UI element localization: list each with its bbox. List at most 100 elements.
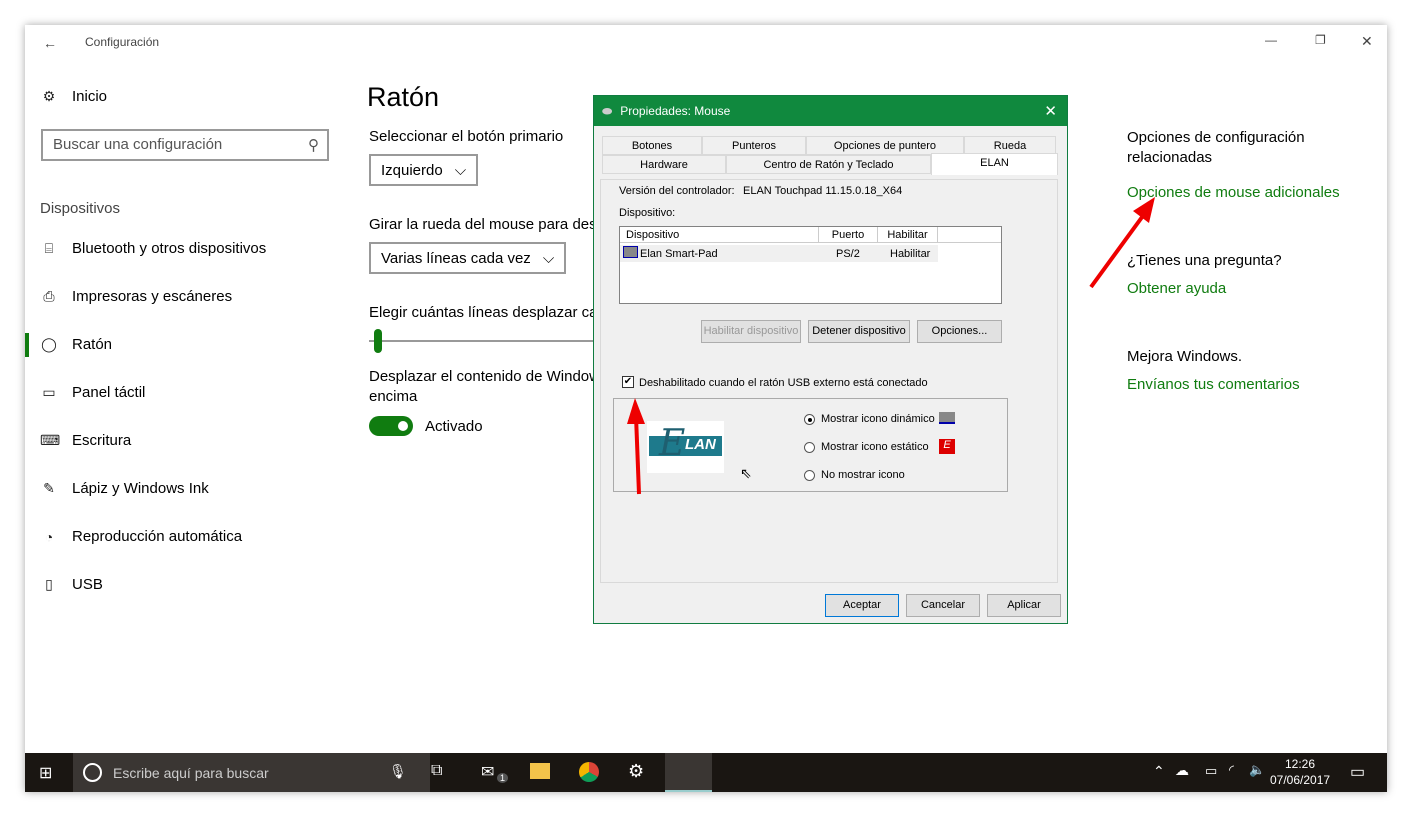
start-button[interactable]: ⊞ — [39, 763, 52, 783]
feedback-link[interactable]: Envíanos tus comentarios — [1127, 376, 1300, 393]
mouse-properties-dialog: ⬬ Propiedades: Mouse ✕ Botones Punteros Opci… — [593, 95, 1068, 624]
elan-logo: LAN E — [647, 421, 724, 473]
version-value: ELAN Touchpad 11.15.0.18_X64 — [743, 185, 903, 197]
escritura-icon: ⌨ — [40, 432, 61, 448]
window-title: Configuración — [85, 35, 160, 49]
touchpad-icon — [623, 246, 638, 258]
sidebar-item-label: Impresoras y escáneres — [72, 288, 233, 305]
sidebar-item-label: Escritura — [72, 432, 132, 449]
task-view-icon[interactable]: ⧉ — [431, 762, 442, 780]
sidebar-item[interactable]: ⎙ Impresoras y escáneres — [40, 288, 232, 305]
panel-icon: ▭ — [42, 384, 56, 400]
red-arrow-annotation — [1089, 197, 1155, 289]
icon-radio-option[interactable]: No mostrar icono — [804, 469, 905, 481]
device-label: Dispositivo: — [619, 207, 676, 219]
toggle-label: Activado — [425, 418, 483, 435]
table-row[interactable]: Elan Smart-Pad PS/2 Habilitar — [620, 245, 938, 262]
mail-badge: 1 — [497, 773, 509, 783]
column-enable[interactable]: Habilitar — [878, 227, 938, 243]
radio-button[interactable] — [804, 441, 815, 453]
scroll-toggle[interactable] — [369, 416, 413, 436]
sidebar-item[interactable]: ✎ Lápiz y Windows Ink — [40, 480, 209, 497]
minimize-button[interactable]: — — [1265, 33, 1277, 47]
primary-button-select[interactable]: Izquierdo ⌵ — [369, 154, 479, 186]
sidebar-item-label: Bluetooth y otros dispositivos — [72, 240, 267, 257]
chevron-down-icon: ⌵ — [542, 249, 555, 267]
primary-label: Seleccionar el botón primario — [369, 128, 564, 145]
icon-group: LAN E ⇖ Mostrar icono dinámico Mostrar ico… — [613, 398, 1008, 492]
chrome-icon[interactable] — [579, 762, 599, 782]
wifi-icon[interactable]: ◜ — [1229, 762, 1234, 778]
microphone-icon[interactable]: 🎙 — [389, 763, 407, 780]
slider-thumb[interactable] — [374, 329, 382, 353]
chevron-down-icon: ⌵ — [454, 161, 467, 179]
device-name: Elan Smart-Pad — [640, 248, 718, 260]
lines-label: Elegir cuántas líneas desplazar cada vez — [369, 304, 594, 321]
sidebar-home[interactable]: ⚙ Inicio — [40, 88, 107, 105]
options-button[interactable]: Opciones... — [917, 320, 1002, 343]
mouse-properties-taskbar-icon[interactable] — [665, 753, 712, 792]
lápiz-icon: ✎ — [43, 480, 55, 496]
sidebar-item-label: USB — [72, 576, 103, 593]
home-label: Inicio — [72, 88, 108, 105]
radio-button[interactable] — [804, 413, 815, 425]
sidebar-item[interactable]: ▭ Panel táctil — [40, 384, 145, 401]
dialog-close-button[interactable]: ✕ — [1044, 102, 1057, 120]
notifications-icon[interactable]: ▭ — [1350, 762, 1365, 782]
active-indicator — [25, 333, 29, 357]
sidebar-item[interactable]: ◯ Ratón — [40, 336, 112, 353]
radio-button[interactable] — [804, 469, 815, 481]
file-explorer-icon[interactable] — [530, 763, 550, 779]
device-port: PS/2 — [836, 248, 860, 260]
settings-taskbar-icon[interactable]: ⚙ — [628, 761, 644, 782]
ok-button[interactable]: Aceptar — [825, 594, 899, 617]
clock-date[interactable]: 07/06/2017 — [1270, 773, 1330, 787]
column-port[interactable]: Puerto — [818, 227, 878, 243]
maximize-button[interactable]: ❐ — [1315, 33, 1326, 47]
dialog-titlebar: ⬬ Propiedades: Mouse ✕ — [594, 96, 1067, 126]
dynamic-icon — [939, 412, 955, 424]
search-input[interactable]: Buscar una configuración ⚲ — [41, 129, 329, 161]
mail-icon[interactable]: ✉ — [481, 762, 494, 782]
onedrive-icon[interactable]: ☁ — [1175, 762, 1189, 779]
wheel-select[interactable]: Varias líneas cada vez ⌵ — [369, 242, 567, 274]
tab[interactable]: Centro de Ratón y Teclado — [726, 155, 931, 174]
sidebar-item[interactable]: ⌸ Bluetooth y otros dispositivos — [40, 240, 266, 257]
lines-slider[interactable] — [369, 329, 594, 353]
chevron-up-icon[interactable]: ⌃ — [1153, 763, 1165, 780]
enable-device-button[interactable]: Habilitar dispositivo — [701, 320, 801, 343]
search-placeholder: Buscar una configuración — [53, 136, 223, 153]
disable-usb-checkbox[interactable]: ✔ — [622, 376, 634, 388]
cancel-button[interactable]: Cancelar — [906, 594, 980, 617]
tab[interactable]: Botones — [602, 136, 702, 155]
cursor-icon: ⇖ — [740, 465, 752, 481]
device-list[interactable]: Dispositivo Puerto Habilitar Elan Smart-… — [619, 226, 1002, 304]
search-icon: ⚲ — [308, 137, 319, 154]
battery-icon[interactable]: ▭ — [1205, 763, 1217, 779]
radio-label: Mostrar icono dinámico — [821, 413, 935, 425]
sidebar-item[interactable]: ▯ USB — [40, 576, 103, 593]
column-device[interactable]: Dispositivo — [626, 229, 679, 241]
apply-button[interactable]: Aplicar — [987, 594, 1061, 617]
scroll-label: Desplazar el contenido de Windows inacti… — [369, 368, 594, 385]
reproducción-icon: ◔ — [44, 528, 54, 545]
stop-device-button[interactable]: Detener dispositivo — [808, 320, 910, 343]
tab-elan-active[interactable]: ELAN — [931, 153, 1058, 175]
radio-label: Mostrar icono estático — [821, 441, 929, 453]
icon-radio-option[interactable]: Mostrar icono estático — [804, 441, 929, 453]
volume-icon[interactable]: 🔈 — [1249, 762, 1265, 778]
usb-icon: ▯ — [45, 576, 53, 592]
sidebar-item[interactable]: ⌨ Escritura — [40, 432, 131, 449]
taskbar-search[interactable]: Escribe aquí para buscar 🎙 — [73, 753, 430, 792]
back-icon[interactable]: ← — [43, 35, 57, 51]
impresoras-icon: ⎙ — [43, 288, 55, 304]
search-placeholder: Escribe aquí para buscar — [113, 765, 269, 781]
clock-time[interactable]: 12:26 — [1275, 757, 1325, 771]
tab[interactable]: Hardware — [602, 155, 726, 174]
wheel-value: Varias líneas cada vez — [381, 249, 531, 267]
tab[interactable]: Punteros — [702, 136, 806, 155]
close-button[interactable]: ✕ — [1361, 33, 1373, 50]
scroll-label-cont: encima — [369, 388, 418, 405]
icon-radio-option[interactable]: Mostrar icono dinámico — [804, 413, 935, 425]
sidebar-item[interactable]: ◔ Reproducción automática — [40, 528, 242, 545]
